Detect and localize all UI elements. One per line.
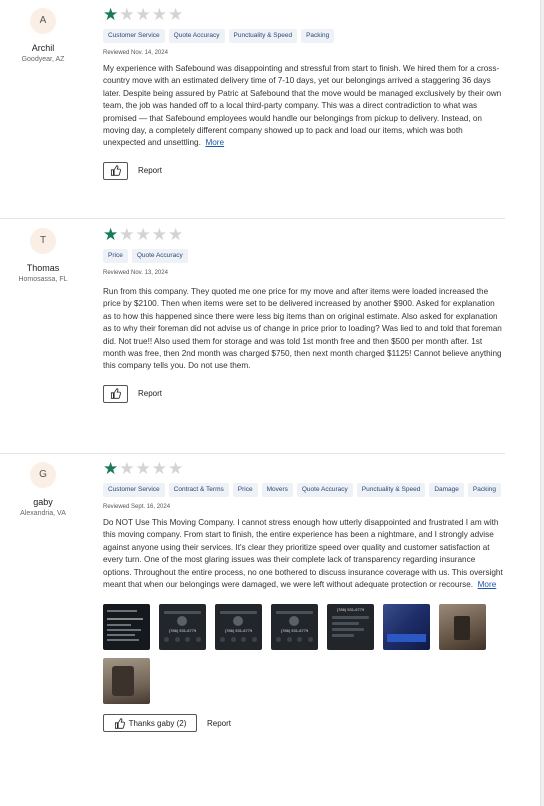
thanks-label: Thanks gaby (2) — [128, 718, 187, 728]
star-rating: ★ ★ ★ ★ ★ — [103, 225, 503, 244]
photo-thumbnail[interactable]: (786) 931-6779 — [215, 604, 262, 651]
photo-gallery: (786) 931-6779 (786) 931-6779 (786) 931-… — [103, 604, 503, 651]
photo-thumbnail[interactable]: (786) 931-6779 — [327, 604, 374, 651]
more-link[interactable]: More — [478, 580, 497, 589]
thumbs-up-icon — [110, 388, 121, 400]
review-card: A Archil Goodyear, AZ ★ ★ ★ ★ ★ Customer… — [0, 0, 505, 219]
tag: Damage — [429, 483, 464, 497]
tag-list: Customer Service Contract & Terms Price … — [103, 483, 503, 497]
avatar: T — [30, 228, 56, 254]
photo-thumbnail[interactable] — [383, 604, 430, 651]
reviewer-name: Thomas — [26, 263, 60, 273]
review-date: Reviewed Sept. 16, 2024 — [103, 504, 171, 510]
star-empty-icon: ★ — [168, 459, 184, 478]
star-filled-icon: ★ — [103, 5, 119, 24]
helpful-button[interactable] — [103, 384, 128, 403]
star-rating: ★ ★ ★ ★ ★ — [103, 5, 503, 24]
star-empty-icon: ★ — [151, 225, 167, 244]
tag: Punctuality & Speed — [356, 483, 426, 497]
star-rating: ★ ★ ★ ★ ★ — [103, 459, 503, 478]
report-link[interactable]: Report — [138, 389, 162, 398]
star-empty-icon: ★ — [135, 225, 151, 244]
star-empty-icon: ★ — [168, 225, 184, 244]
photo-thumbnail[interactable] — [103, 604, 150, 651]
star-empty-icon: ★ — [119, 225, 135, 244]
star-empty-icon: ★ — [119, 459, 135, 478]
more-link[interactable]: More — [205, 138, 224, 147]
tag: Contract & Terms — [168, 483, 229, 497]
avatar: G — [30, 462, 56, 488]
star-filled-icon: ★ — [103, 225, 119, 244]
star-empty-icon: ★ — [151, 459, 167, 478]
tag: Quote Accuracy — [296, 483, 353, 497]
photo-caption: (786) 931-6779 — [336, 607, 365, 613]
star-empty-icon: ★ — [151, 5, 167, 24]
review-date: Reviewed Nov. 14, 2024 — [103, 50, 168, 56]
report-link[interactable]: Report — [138, 166, 162, 175]
photo-thumbnail[interactable] — [103, 658, 150, 705]
avatar: A — [30, 8, 56, 34]
reviewer-location: Homosassa, FL — [18, 276, 68, 283]
review-date: Reviewed Nov. 13, 2024 — [103, 270, 168, 276]
tag-list: Price Quote Accuracy — [103, 249, 503, 263]
review-text: Do NOT Use This Moving Company. I cannot… — [103, 517, 503, 591]
reviewer-location: Alexandria, VA — [20, 510, 66, 517]
review-body: My experience with Safebound was disappo… — [103, 64, 502, 148]
reviewer-info: G gaby Alexandria, VA — [0, 462, 86, 517]
tag: Quote Accuracy — [131, 249, 188, 263]
photo-caption: (786) 931-6779 — [280, 628, 309, 634]
helpful-button[interactable] — [103, 161, 128, 180]
thumbs-up-icon — [114, 718, 125, 729]
review-card: T Thomas Homosassa, FL ★ ★ ★ ★ ★ Price Q… — [0, 219, 505, 454]
thumbs-up-icon — [110, 165, 121, 177]
photo-thumbnail[interactable]: (786) 931-6779 — [159, 604, 206, 651]
reviewer-location: Goodyear, AZ — [21, 56, 65, 63]
reviewer-name: gaby — [33, 497, 53, 507]
review-body: Do NOT Use This Moving Company. I cannot… — [103, 518, 503, 590]
report-link[interactable]: Report — [207, 719, 231, 728]
tag: Price — [232, 483, 258, 497]
tag: Punctuality & Speed — [228, 29, 298, 43]
star-empty-icon: ★ — [135, 5, 151, 24]
star-empty-icon: ★ — [119, 5, 135, 24]
tag: Quote Accuracy — [168, 29, 225, 43]
tag: Movers — [261, 483, 293, 497]
review-card: G gaby Alexandria, VA ★ ★ ★ ★ ★ Customer… — [0, 454, 505, 806]
reviewer-info: T Thomas Homosassa, FL — [0, 228, 86, 283]
star-empty-icon: ★ — [135, 459, 151, 478]
reviewer-info: A Archil Goodyear, AZ — [0, 8, 86, 63]
tag: Customer Service — [103, 483, 165, 497]
tag: Price — [103, 249, 128, 263]
thanks-button[interactable]: Thanks gaby (2) — [103, 714, 197, 733]
tag-list: Customer Service Quote Accuracy Punctual… — [103, 29, 503, 43]
review-text: Run from this company. They quoted me on… — [103, 287, 502, 371]
tag: Packing — [467, 483, 502, 497]
photo-gallery — [103, 658, 503, 705]
review-text: My experience with Safebound was disappo… — [103, 63, 503, 150]
scrollbar[interactable] — [540, 0, 544, 806]
photo-caption: (786) 931-6779 — [224, 628, 253, 634]
tag: Customer Service — [103, 29, 165, 43]
photo-thumbnail[interactable]: (786) 931-6779 — [271, 604, 318, 651]
photo-thumbnail[interactable] — [439, 604, 486, 651]
star-empty-icon: ★ — [168, 5, 184, 24]
tag: Packing — [301, 29, 335, 43]
star-filled-icon: ★ — [103, 459, 119, 478]
reviewer-name: Archil — [31, 43, 55, 53]
photo-caption: (786) 931-6779 — [168, 628, 197, 634]
